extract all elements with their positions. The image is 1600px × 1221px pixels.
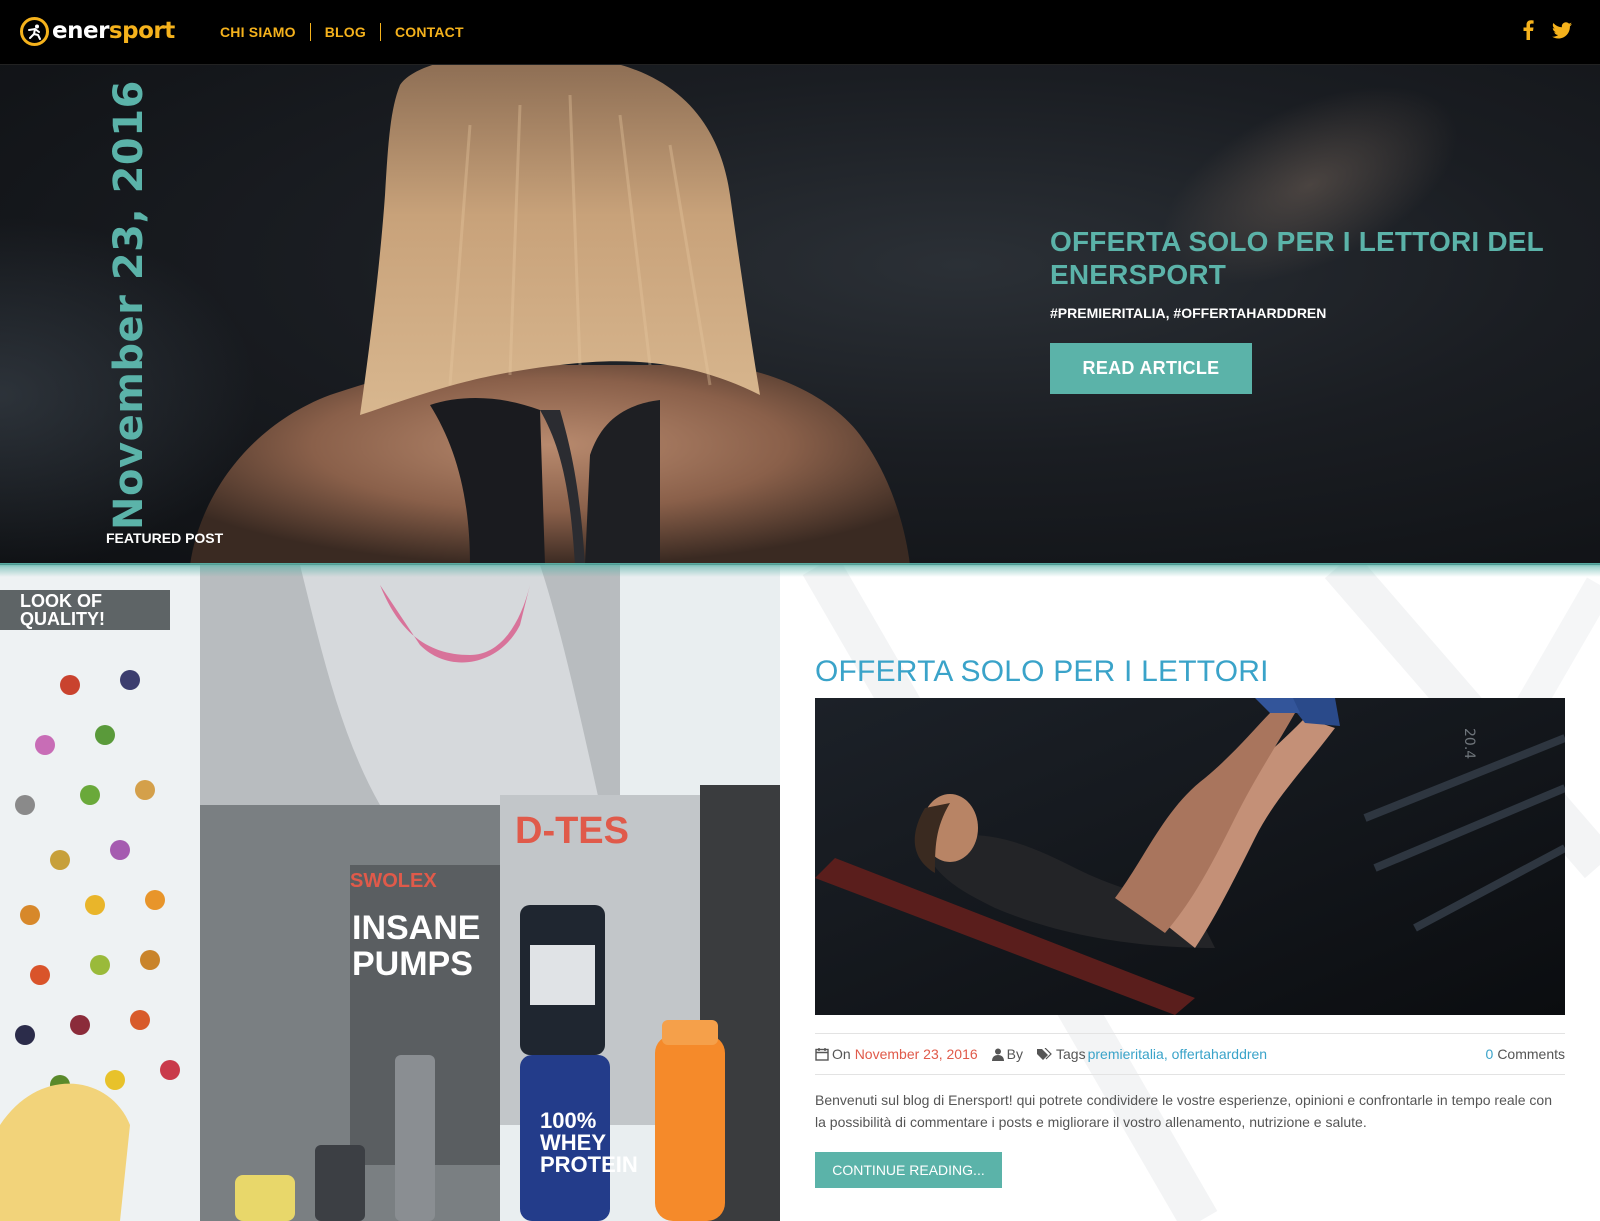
nav-divider (309, 23, 311, 41)
featured-title[interactable]: OFFERTA SOLO PER I LETTORI DEL ENERSPORT (1050, 225, 1570, 291)
poster-label: D-TES (515, 810, 629, 852)
nav-blog[interactable]: BLOG (325, 24, 366, 40)
post-comments[interactable]: 0 Comments (1486, 1046, 1565, 1062)
post-date: On November 23, 2016 (815, 1046, 978, 1062)
svg-text:20.4: 20.4 (1461, 728, 1477, 759)
supplements-collage-image: LOOK OF QUALITY! D-TES INSANE PUMPS SWOL… (0, 565, 780, 1221)
top-navbar: enersport CHI SIAMO BLOG CONTACT (0, 0, 1600, 65)
main-nav: CHI SIAMO BLOG CONTACT (220, 23, 464, 41)
twitter-icon[interactable] (1552, 21, 1572, 39)
calendar-icon (815, 1047, 829, 1061)
enersport-logo[interactable]: enersport (20, 17, 175, 46)
post-tags: Tags premieritalia, offertaharddren (1037, 1046, 1267, 1062)
post-meta-bar: On November 23, 2016 By Tags premierital… (815, 1033, 1565, 1075)
section-divider (0, 563, 1600, 577)
continue-reading-button[interactable]: CONTINUE READING... (815, 1152, 1002, 1188)
post-author: By (991, 1046, 1023, 1062)
featured-date: November 23, 2016 (106, 80, 152, 530)
read-article-button[interactable]: READ ARTICLE (1050, 343, 1252, 394)
post-title[interactable]: OFFERTA SOLO PER I LETTORI (815, 655, 1269, 689)
comment-count: 0 (1485, 1046, 1494, 1062)
post-excerpt: Benvenuti sul blog di Enersport! qui pot… (815, 1092, 1552, 1130)
poster-brand: SWOLEX (350, 870, 437, 892)
hero-content: OFFERTA SOLO PER I LETTORI DEL ENERSPORT… (1050, 225, 1570, 394)
poster-label: INSANE PUMPS (352, 909, 481, 983)
post-tags-links[interactable]: premieritalia, offertaharddren (1088, 1046, 1268, 1062)
featured-hero: November 23, 2016 FEATURED POST OFFERTA … (0, 65, 1600, 565)
user-icon (991, 1048, 1004, 1061)
tags-icon (1037, 1047, 1053, 1061)
facebook-icon[interactable] (1523, 20, 1534, 40)
nav-divider (379, 23, 381, 41)
comments-label: Comments (1497, 1046, 1565, 1062)
runner-logo-icon (20, 17, 49, 46)
featured-tags: #PREMIERITALIA, #OFFERTAHARDDREN (1050, 305, 1327, 321)
featured-post-label: FEATURED POST (106, 530, 224, 546)
social-links (1523, 20, 1572, 40)
post-date-link[interactable]: November 23, 2016 (855, 1046, 978, 1062)
post-image[interactable]: 20.4 (815, 698, 1565, 1015)
logo-wordmark: enersport (52, 18, 175, 44)
nav-chi-siamo[interactable]: CHI SIAMO (220, 24, 296, 40)
poster-text: LOOK OF QUALITY! (20, 591, 105, 629)
blog-post: OFFERTA SOLO PER I LETTORI 20.4 On Novem… (780, 565, 1600, 1221)
nav-contact[interactable]: CONTACT (395, 24, 464, 40)
product-label: 100% WHEY PROTEIN (540, 1108, 638, 1177)
